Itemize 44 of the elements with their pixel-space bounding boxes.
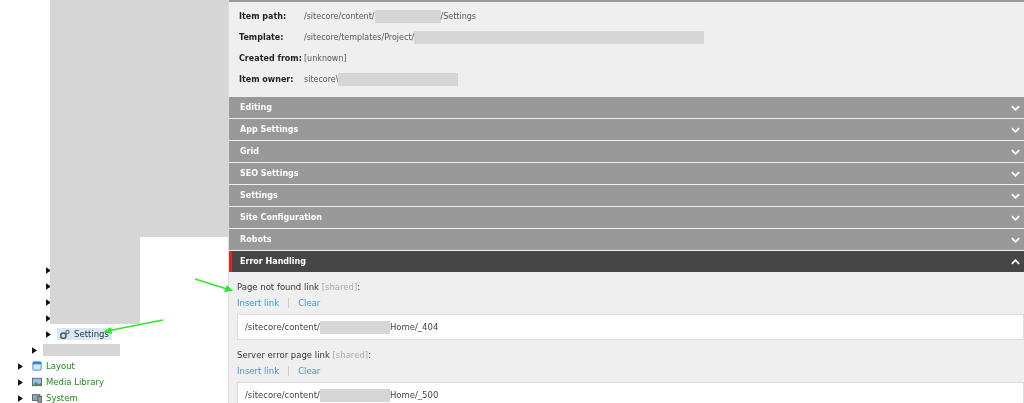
expand-arrow-icon[interactable] <box>32 346 37 354</box>
info-value: /Settings <box>440 12 476 21</box>
info-label: Item path: <box>239 12 288 21</box>
tree-item[interactable]: Media Library <box>29 376 107 388</box>
section-header[interactable]: Site Configuration <box>229 207 1024 228</box>
chevron-icon <box>1011 236 1020 243</box>
image-icon <box>32 377 42 387</box>
chevron-icon <box>1011 148 1020 155</box>
field-label: Server error page link [shared]: <box>237 350 372 360</box>
link-action[interactable]: Clear <box>298 298 321 308</box>
link-field[interactable]: /sitecore/content/ Home/_404 <box>237 314 1024 340</box>
chevron-icon <box>1011 214 1020 221</box>
info-value: [unknown] <box>304 54 347 63</box>
section-header[interactable]: SEO Settings <box>229 163 1024 184</box>
chevron-icon <box>1011 104 1020 111</box>
info-label: Created from: <box>239 54 303 63</box>
link-action[interactable]: Insert link <box>237 298 280 308</box>
section-header[interactable]: Grid <box>229 141 1024 162</box>
chevron-icon <box>1011 258 1020 265</box>
gears-icon <box>60 329 70 339</box>
tree-item[interactable]: Settings <box>57 328 112 340</box>
section-header[interactable]: Editing <box>229 97 1024 118</box>
info-value: /sitecore/templates/Project/ <box>304 33 415 42</box>
redaction-block <box>374 10 441 23</box>
info-label: Item owner: <box>239 75 295 84</box>
chevron-icon <box>1011 192 1020 199</box>
info-value: /sitecore/content/ <box>304 12 375 21</box>
tree-item[interactable]: Layout <box>29 360 78 372</box>
section-header[interactable]: Error Handling <box>229 251 1024 272</box>
computer-icon <box>32 393 42 403</box>
link-action[interactable]: Insert link <box>237 366 280 376</box>
section-header[interactable]: Settings <box>229 185 1024 206</box>
link-action[interactable]: Clear <box>298 366 321 376</box>
info-value: sitecore\ <box>304 75 339 84</box>
section-header[interactable]: App Settings <box>229 119 1024 140</box>
tree-item[interactable]: System <box>29 392 81 403</box>
field-label: Page not found link [shared]: <box>237 282 362 292</box>
link-field[interactable]: /sitecore/content/ Home/_500 <box>237 382 1024 403</box>
arrow-annotation <box>194 278 234 294</box>
info-label: Template: <box>239 33 285 42</box>
chevron-icon <box>1011 126 1020 133</box>
section-header[interactable]: Robots <box>229 229 1024 250</box>
chevron-icon <box>1011 170 1020 177</box>
window-icon <box>32 361 42 371</box>
